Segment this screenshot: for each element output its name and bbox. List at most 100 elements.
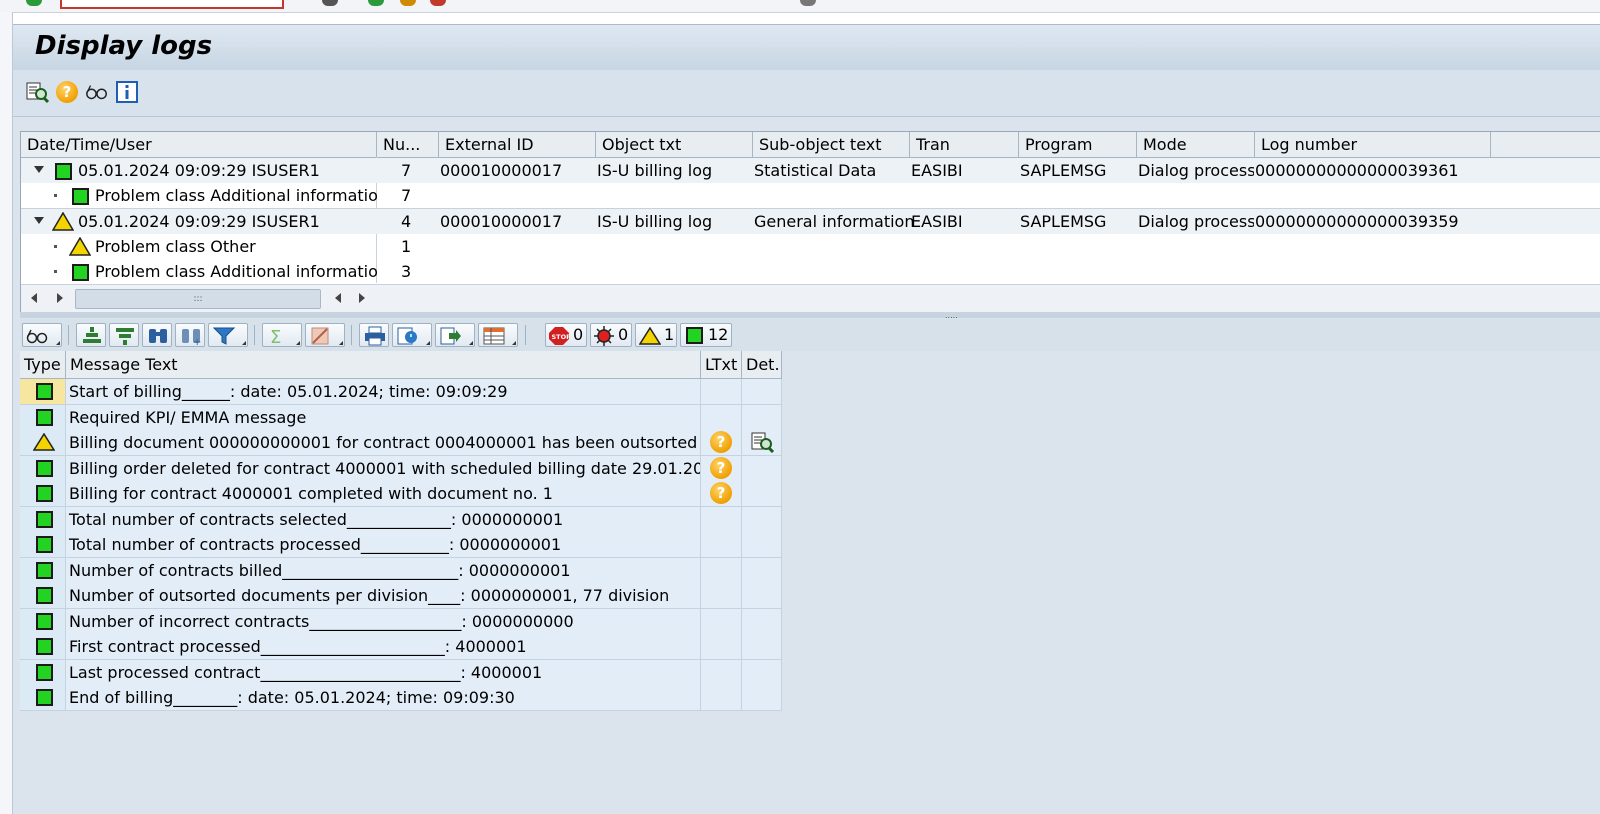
glasses-icon[interactable]	[85, 80, 109, 104]
message-type-cell	[20, 608, 66, 634]
message-row[interactable]: Billing order deleted for contract 40000…	[20, 455, 782, 482]
scroll-right-icon[interactable]	[57, 293, 63, 303]
tree-row[interactable]: Problem class Additional information 3	[21, 259, 1600, 284]
command-field[interactable]	[60, 0, 284, 9]
info-icon[interactable]	[115, 80, 139, 104]
glasses-menu-button[interactable]	[22, 323, 62, 347]
long-text-cell	[701, 379, 742, 404]
col-header-sub-object-text[interactable]: Sub-object text	[753, 132, 910, 157]
warning-filter-button[interactable]: 1	[635, 323, 677, 347]
layout-button[interactable]	[478, 323, 518, 347]
message-text: Billing for contract 4000001 completed w…	[66, 481, 701, 506]
col-header-tran[interactable]: Tran	[910, 132, 1019, 157]
back-icon[interactable]	[368, 0, 384, 6]
col-header-object-txt[interactable]: Object txt	[596, 132, 753, 157]
message-row[interactable]: Total number of contracts selected______…	[20, 506, 782, 533]
sort-ascending-button[interactable]	[76, 323, 106, 347]
message-grid-header: Type Message Text LTxt Det.	[20, 351, 782, 379]
print-button[interactable]	[359, 323, 389, 347]
horizontal-scrollbar[interactable]: :::	[21, 284, 1600, 313]
col-header-message-text[interactable]: Message Text	[66, 351, 701, 378]
green-status-icon	[36, 383, 53, 400]
long-text-cell	[701, 557, 742, 583]
find-next-button[interactable]: +	[175, 323, 205, 347]
exit-icon[interactable]	[400, 0, 416, 6]
svg-text:+: +	[193, 337, 201, 346]
external-id: 000010000017	[440, 212, 563, 231]
scroll-thumb[interactable]: :::	[75, 289, 321, 309]
tree-row[interactable]: 05.01.2024 09:09:29 ISUSER1 4 0000100000…	[21, 209, 1600, 234]
find-button[interactable]	[142, 323, 172, 347]
details-cell[interactable]	[742, 430, 782, 455]
col-header-long-text[interactable]: LTxt	[701, 351, 742, 378]
scroll-left-icon[interactable]	[335, 293, 341, 303]
green-status-icon	[36, 663, 53, 681]
long-text-cell[interactable]: ?	[701, 455, 742, 481]
views-button[interactable]	[392, 323, 432, 347]
tree-row[interactable]: 05.01.2024 09:09:29 ISUSER1 7 0000100000…	[21, 158, 1600, 183]
scroll-left-icon[interactable]	[31, 293, 37, 303]
stop-filter-button[interactable]: STOP 0	[545, 323, 587, 347]
col-header-details[interactable]: Det.	[742, 351, 782, 378]
long-text-help-icon[interactable]: ?	[710, 431, 732, 453]
message-row[interactable]: First contract processed________________…	[20, 634, 782, 660]
long-text-cell[interactable]: ?	[701, 430, 742, 455]
tree-row[interactable]: Problem class Additional information 7	[21, 183, 1600, 209]
message-row[interactable]: Number of outsorted documents per divisi…	[20, 583, 782, 609]
export-button[interactable]	[435, 323, 475, 347]
green-status-icon	[36, 612, 53, 630]
collapse-icon[interactable]	[34, 217, 44, 224]
col-header-date-time-user[interactable]: Date/Time/User	[21, 132, 377, 157]
col-header-type[interactable]: Type	[20, 351, 66, 378]
details-icon[interactable]	[750, 431, 774, 453]
sort-descending-button[interactable]	[109, 323, 139, 347]
enter-icon[interactable]	[26, 0, 42, 6]
pane-splitter[interactable]: .....	[20, 312, 1600, 320]
details-icon[interactable]	[25, 80, 49, 104]
error-filter-button[interactable]: 0	[590, 323, 632, 347]
tree-row[interactable]: Problem class Other 1	[21, 234, 1600, 259]
tree-node-label: 05.01.2024 09:09:29 ISUSER1	[78, 212, 320, 231]
message-count: 4	[401, 212, 412, 231]
subtotal-button[interactable]	[305, 323, 345, 347]
object-txt: IS-U billing log	[597, 161, 713, 180]
total-button[interactable]: Σ	[262, 323, 302, 347]
long-text-cell[interactable]: ?	[701, 481, 742, 506]
toolbar-separator	[68, 325, 69, 345]
scroll-right-icon[interactable]	[359, 293, 365, 303]
message-row[interactable]: Required KPI/ EMMA message	[20, 404, 782, 431]
long-text-cell	[701, 532, 742, 557]
message-row[interactable]: Number of contracts billed______________…	[20, 557, 782, 584]
col-header-program[interactable]: Program	[1019, 132, 1137, 157]
col-header-number[interactable]: Nu...	[377, 132, 439, 157]
message-row[interactable]: Number of incorrect contracts___________…	[20, 608, 782, 635]
message-toolbar: + Σ STOP 0 0 1 12	[20, 319, 1600, 351]
long-text-help-icon[interactable]: ?	[710, 482, 732, 504]
application-toolbar: ?	[13, 70, 1600, 117]
col-header-log-number[interactable]: Log number	[1255, 132, 1491, 157]
tree-header: Date/Time/User Nu... External ID Object …	[21, 132, 1600, 158]
log-number: 00000000000000039361	[1255, 161, 1459, 180]
print-icon[interactable]	[800, 0, 816, 6]
long-text-help-icon[interactable]: ?	[710, 456, 732, 479]
message-row[interactable]: Last processed contract_________________…	[20, 659, 782, 686]
message-row[interactable]: Billing document 000000000001 for contra…	[20, 430, 782, 456]
message-row[interactable]: Billing for contract 4000001 completed w…	[20, 481, 782, 507]
col-header-external-id[interactable]: External ID	[439, 132, 596, 157]
col-header-mode[interactable]: Mode	[1137, 132, 1255, 157]
cancel-icon[interactable]	[430, 0, 446, 6]
system-toolbar	[0, 0, 1600, 13]
message-row[interactable]: Start of billing______: date: 05.01.2024…	[20, 379, 782, 405]
save-icon[interactable]	[322, 0, 338, 6]
filter-button[interactable]	[208, 323, 248, 347]
message-row[interactable]: End of billing________: date: 05.01.2024…	[20, 685, 782, 711]
collapse-icon[interactable]	[34, 166, 44, 173]
object-txt: IS-U billing log	[597, 212, 713, 231]
message-text: Number of contracts billed______________…	[66, 557, 701, 583]
help-icon[interactable]: ?	[55, 80, 79, 104]
message-type-cell	[20, 685, 66, 710]
success-filter-button[interactable]: 12	[680, 323, 732, 347]
message-type-cell	[20, 634, 66, 659]
message-row[interactable]: Total number of contracts processed_____…	[20, 532, 782, 558]
details-cell	[742, 608, 782, 634]
